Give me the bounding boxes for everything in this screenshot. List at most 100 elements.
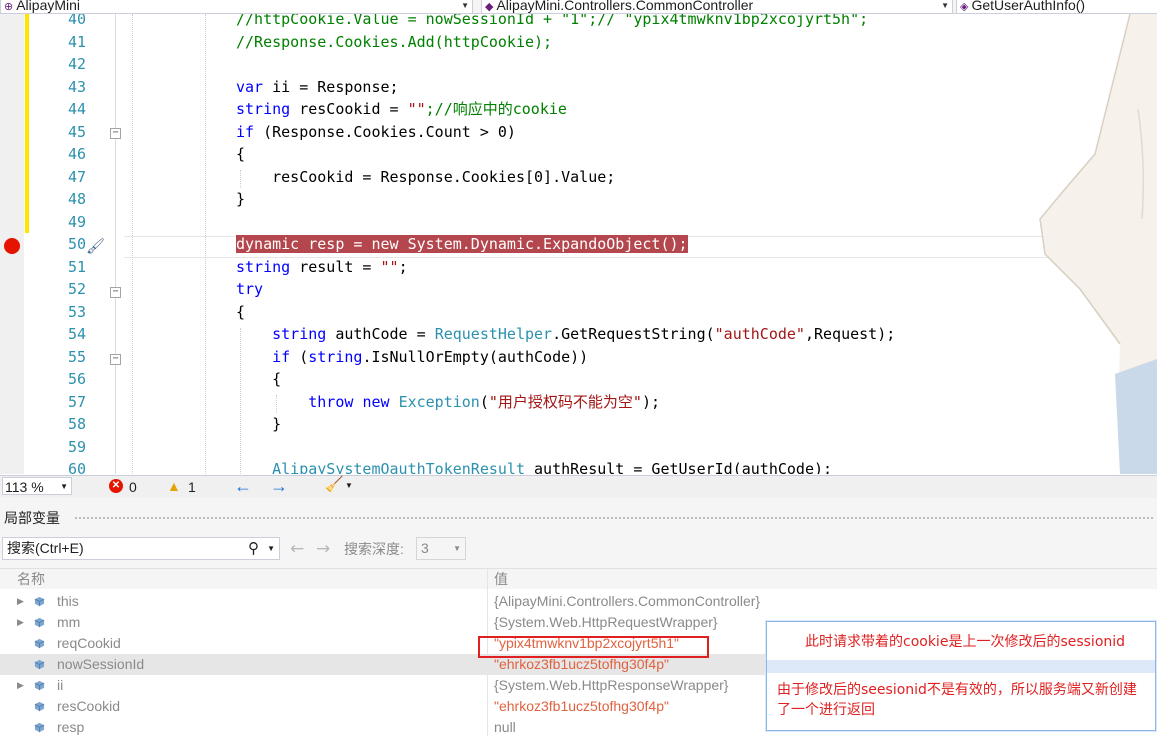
csharp-project-icon: ⊕	[4, 1, 14, 13]
brush-icon[interactable]: 🧹	[325, 476, 344, 494]
class-label: AlipayMini.Controllers.CommonController	[496, 0, 754, 13]
code-token: Exception	[398, 392, 480, 411]
variable-value[interactable]: {System.Web.HttpResponseWrapper}	[494, 675, 729, 696]
code-token: ;//响应中的cookie	[425, 100, 567, 118]
code-line[interactable]: 50 dynamic resp = new System.Dynamic.Expa…	[0, 233, 1157, 255]
warning-count[interactable]: 1	[188, 478, 196, 496]
variable-value[interactable]: "ehrkoz3fb1ucz5tofhg30f4p"	[494, 696, 669, 717]
code-line[interactable]: 60 AlipaySystemOauthTokenResult authResu…	[0, 458, 1157, 474]
background-character-image	[1039, 14, 1157, 474]
search-depth-select[interactable]: 3 ▼	[416, 537, 466, 560]
variable-name: mm	[57, 614, 81, 630]
search-icon[interactable]: ⚲	[248, 538, 259, 559]
warning-icon[interactable]: ▲	[167, 479, 181, 493]
code-text[interactable]: AlipaySystemOauthTokenResult authResult …	[236, 458, 832, 474]
code-text[interactable]: if (string.IsNullOrEmpty(authCode))	[236, 346, 588, 368]
collapse-toggle[interactable]: −	[110, 354, 121, 365]
column-header-name[interactable]: 名称	[17, 569, 45, 589]
code-token: (Response.Cookies.Count > 0)	[254, 122, 516, 141]
code-line[interactable]: 42	[0, 53, 1157, 75]
column-header-value[interactable]: 值	[494, 569, 508, 589]
code-text[interactable]: var ii = Response;	[236, 76, 399, 98]
code-token: if	[236, 122, 255, 141]
code-line[interactable]: 57 throw new Exception("用户授权码不能为空");	[0, 391, 1157, 413]
code-text[interactable]: dynamic resp = new System.Dynamic.Expand…	[236, 233, 688, 255]
code-text[interactable]: resCookid = Response.Cookies[0].Value;	[236, 166, 615, 188]
variable-value[interactable]: {AlipayMini.Controllers.CommonController…	[494, 591, 760, 612]
code-token: if	[272, 347, 291, 366]
annotation-note-1: 此时请求带着的cookie是上一次修改后的sessionid	[805, 634, 1126, 650]
navigate-back-icon[interactable]: ←	[234, 476, 252, 496]
code-token: string	[308, 347, 363, 366]
search-back-icon[interactable]: ←	[290, 539, 304, 559]
code-line[interactable]: 54 string authCode = RequestHelper.GetRe…	[0, 323, 1157, 345]
collapse-toggle[interactable]: −	[110, 287, 121, 298]
code-line[interactable]: 47 resCookid = Response.Cookies[0].Value…	[0, 166, 1157, 188]
variable-name: ii	[57, 677, 64, 693]
breakpoint-icon[interactable]	[4, 238, 20, 254]
code-line[interactable]: 46 {	[0, 143, 1157, 165]
code-line[interactable]: 53 {	[0, 301, 1157, 323]
chevron-down-icon[interactable]: ▼	[345, 477, 353, 495]
line-number: 55	[67, 347, 86, 366]
quick-action-brush-icon[interactable]: 🖌	[86, 237, 105, 255]
code-line[interactable]: 45 if (Response.Cookies.Count > 0)	[0, 121, 1157, 143]
code-text[interactable]: throw new Exception("用户授权码不能为空");	[236, 391, 660, 413]
code-token: .IsNullOrEmpty(authCode))	[362, 347, 589, 366]
locals-row[interactable]: ▶ this {AlipayMini.Controllers.CommonContr…	[0, 591, 1157, 612]
code-text[interactable]: string authCode = RequestHelper.GetReque…	[236, 323, 895, 345]
chevron-down-icon[interactable]: ▼	[267, 538, 275, 559]
code-text[interactable]: //httpCookie.Value = nowSessionId + "1";…	[236, 14, 868, 30]
code-text[interactable]: {	[236, 368, 281, 390]
variable-value[interactable]: {System.Web.HttpRequestWrapper}	[494, 612, 718, 633]
error-count[interactable]: 0	[129, 478, 137, 496]
code-line[interactable]: 43 var ii = Response;	[0, 76, 1157, 98]
code-line[interactable]: 55 if (string.IsNullOrEmpty(authCode))	[0, 346, 1157, 368]
code-line[interactable]: 41 //Response.Cookies.Add(httpCookie);	[0, 31, 1157, 53]
class-icon: ◆	[485, 1, 494, 13]
code-line[interactable]: 40 //httpCookie.Value = nowSessionId + "1…	[0, 14, 1157, 30]
code-text[interactable]: }	[236, 188, 245, 210]
navigate-forward-icon[interactable]: →	[270, 476, 288, 496]
project-dropdown[interactable]: ⊕ AlipayMini ▼	[0, 0, 473, 13]
chevron-down-icon: ▼	[60, 482, 68, 491]
error-icon[interactable]: ✕	[109, 479, 123, 493]
code-line[interactable]: 48}	[0, 188, 1157, 210]
line-number: 45	[67, 122, 86, 141]
code-text[interactable]: //Response.Cookies.Add(httpCookie);	[236, 31, 552, 53]
search-forward-icon[interactable]: →	[316, 539, 330, 559]
member-dropdown[interactable]: ◈ GetUserAuthInfo()	[956, 0, 1157, 13]
line-number: 57	[67, 392, 86, 411]
code-token: (	[479, 392, 489, 411]
zoom-dropdown[interactable]: 113 % ▼	[2, 477, 72, 495]
drag-grip[interactable]	[74, 516, 1153, 521]
code-line[interactable]: 51 string result = "";	[0, 256, 1157, 278]
code-text[interactable]: if (Response.Cookies.Count > 0)	[236, 121, 516, 143]
line-number: 46	[67, 145, 86, 163]
expand-arrow-icon[interactable]: ▶	[17, 612, 24, 633]
class-dropdown[interactable]: ◆ AlipayMini.Controllers.CommonController…	[481, 0, 953, 13]
line-number: 60	[67, 460, 86, 474]
code-line[interactable]: 58 }	[0, 413, 1157, 435]
code-line[interactable]: 56 {	[0, 368, 1157, 390]
code-token: {	[236, 370, 282, 388]
code-text[interactable]: {	[236, 301, 245, 323]
code-line[interactable]: 49	[0, 211, 1157, 233]
expand-arrow-icon[interactable]: ▶	[17, 591, 24, 612]
code-editor[interactable]: 40 //httpCookie.Value = nowSessionId + "1…	[0, 14, 1157, 474]
code-token: ii = Response;	[263, 77, 399, 96]
code-line[interactable]: 59	[0, 436, 1157, 458]
expand-arrow-icon[interactable]: ▶	[17, 675, 24, 696]
code-line[interactable]: 44 string resCookid = "";//响应中的cookie	[0, 98, 1157, 120]
code-text[interactable]: string resCookid = "";//响应中的cookie	[236, 98, 567, 120]
code-line[interactable]: 52 try	[0, 278, 1157, 300]
line-number: 53	[67, 302, 86, 321]
code-text[interactable]: }	[236, 413, 281, 435]
locals-search-input[interactable]: 搜索(Ctrl+E) ⚲ ▼	[2, 537, 280, 560]
code-text[interactable]: {	[236, 143, 245, 165]
code-text[interactable]: string result = "";	[236, 256, 408, 278]
code-text[interactable]: try	[236, 278, 263, 300]
annotation-note-2: 由于修改后的seesionid不是有效的，所以服务端又新创建了一个进行返回	[777, 682, 1137, 718]
collapse-toggle[interactable]: −	[110, 128, 121, 139]
